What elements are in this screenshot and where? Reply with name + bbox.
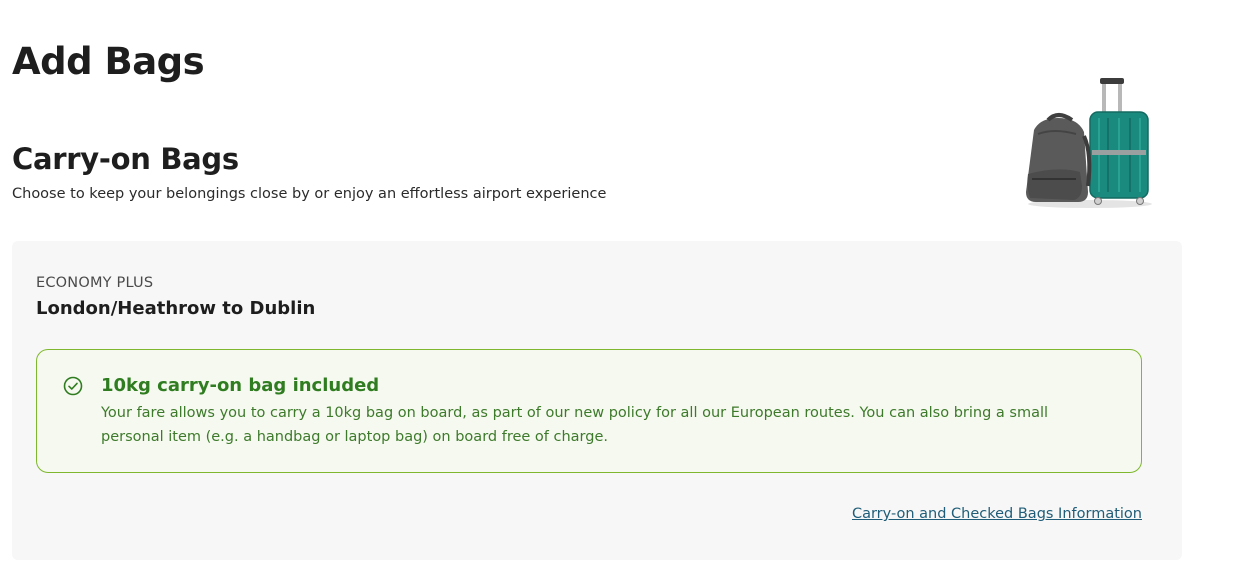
carry-on-section-subtitle: Choose to keep your belongings close by … — [12, 186, 607, 202]
bags-information-link[interactable]: Carry-on and Checked Bags Information — [852, 506, 1142, 522]
check-circle-icon — [63, 376, 83, 396]
fare-card: ECONOMY PLUS London/Heathrow to Dublin 1… — [12, 241, 1182, 560]
backpack-and-suitcase-icon — [1018, 74, 1158, 210]
page-title: Add Bags — [12, 40, 205, 83]
route-label: London/Heathrow to Dublin — [36, 298, 316, 319]
cabin-class-label: ECONOMY PLUS — [36, 275, 154, 291]
carry-on-included-banner: 10kg carry-on bag included Your fare all… — [36, 349, 1142, 473]
carry-on-included-title: 10kg carry-on bag included — [101, 375, 380, 396]
carry-on-section-title: Carry-on Bags — [12, 142, 239, 176]
carry-on-included-text: Your fare allows you to carry a 10kg bag… — [101, 405, 1049, 445]
